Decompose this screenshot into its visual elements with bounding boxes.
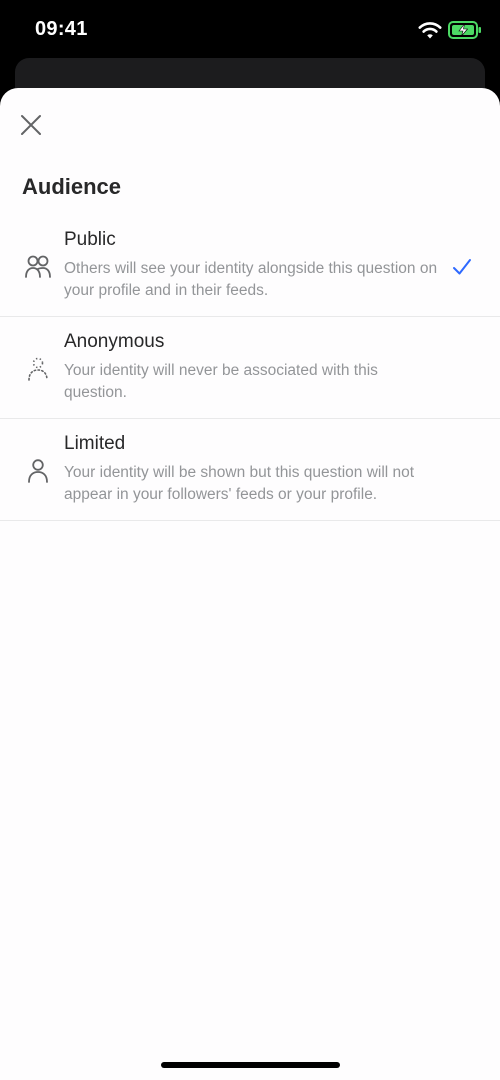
- status-bar: 09:41: [0, 0, 500, 58]
- page-title: Audience: [22, 174, 122, 199]
- option-title: Anonymous: [64, 331, 165, 352]
- audience-sheet: Audience Public Others will see your ide…: [0, 88, 500, 1080]
- option-description: Your identity will be shown but this que…: [64, 464, 415, 503]
- checkmark-icon: [453, 259, 471, 275]
- person-icon: [28, 459, 48, 483]
- audience-option-public[interactable]: Public Others will see your identity alo…: [0, 215, 500, 317]
- audience-option-anonymous[interactable]: Anonymous Your identity will never be as…: [0, 317, 500, 419]
- option-description: Others will see your identity alongside …: [64, 260, 438, 299]
- home-indicator[interactable]: [161, 1062, 340, 1068]
- audience-option-limited[interactable]: Limited Your identity will be shown but …: [0, 419, 500, 521]
- battery-icon: [448, 21, 481, 39]
- option-title: Limited: [64, 433, 126, 454]
- close-icon[interactable]: [14, 108, 48, 142]
- option-description: Your identity will never be associated w…: [64, 362, 378, 401]
- wifi-icon: [418, 22, 442, 39]
- people-icon: [25, 255, 51, 278]
- anonymous-person-icon: [28, 357, 48, 381]
- status-time: 09:41: [35, 18, 88, 40]
- option-title: Public: [64, 229, 116, 250]
